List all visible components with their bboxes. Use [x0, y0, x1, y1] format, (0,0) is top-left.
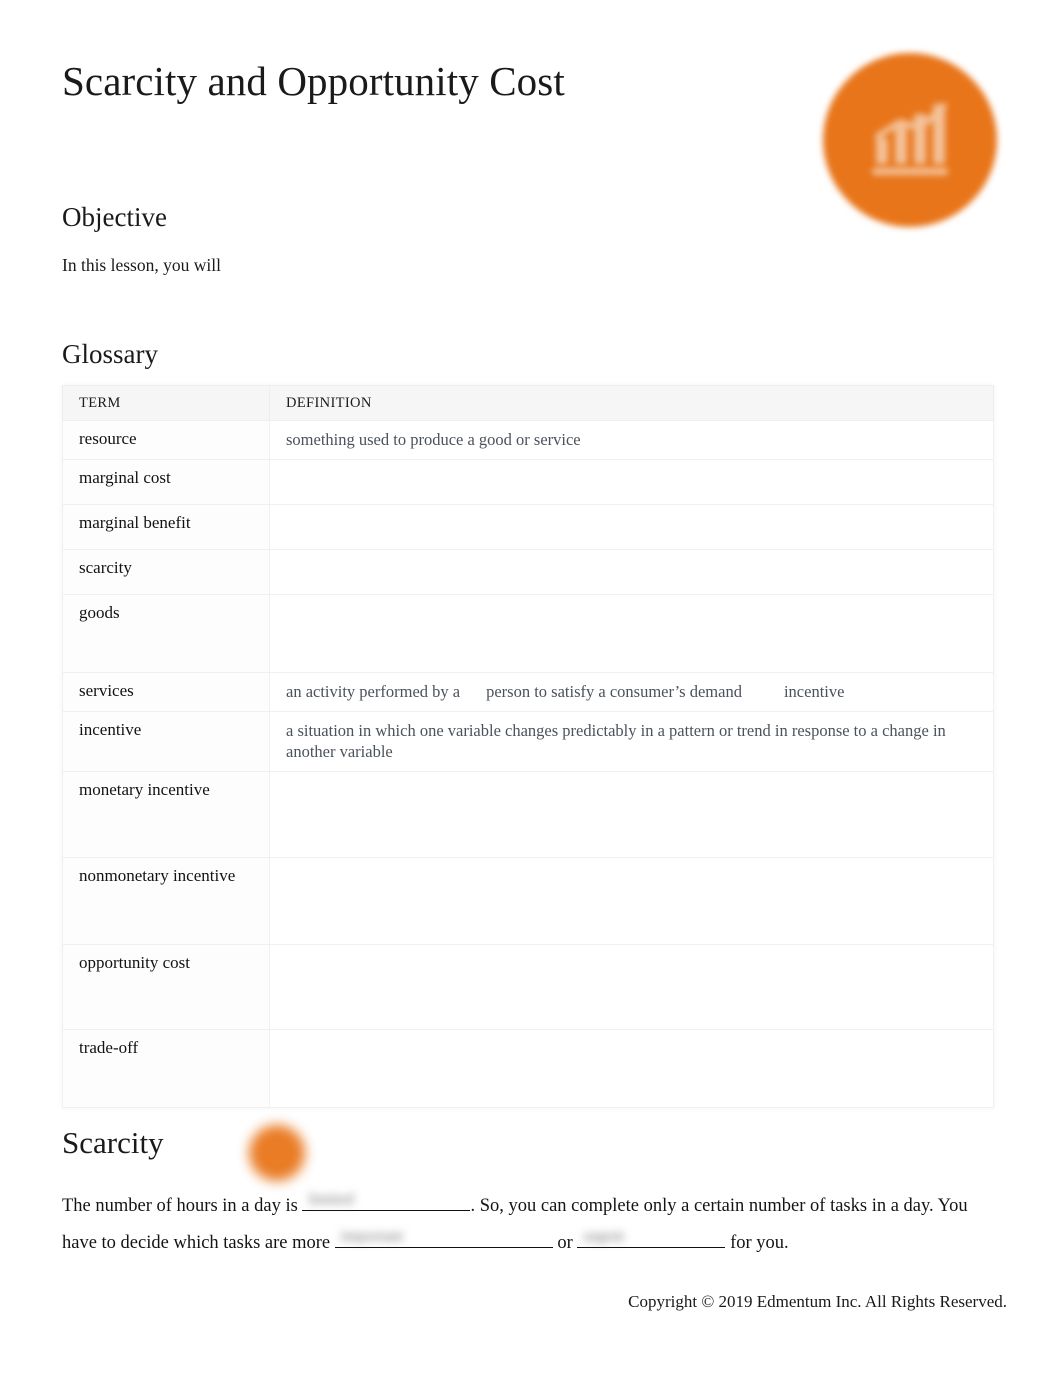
glossary-term: goods [62, 593, 270, 673]
paragraph-text: or [552, 1233, 578, 1253]
column-header-term: TERM [62, 385, 270, 421]
glossary-definition[interactable] [269, 1029, 994, 1109]
glossary-term: nonmonetary incentive [62, 857, 270, 946]
glossary-term: incentive [62, 710, 270, 773]
table-row: services an activity performed by a perso… [62, 671, 994, 712]
definition-fragment: person to satisfy a consumer’s demand [486, 681, 742, 701]
column-header-definition: DEFINITION [269, 385, 994, 421]
glossary-term: scarcity [62, 548, 270, 595]
glossary-term: marginal benefit [62, 503, 270, 550]
paragraph-text: for you. [725, 1233, 789, 1253]
table-row: goods [62, 593, 994, 673]
document-page: Scarcity and Opportunity Cost Objective … [0, 0, 1062, 1377]
objective-heading: Objective [62, 202, 167, 232]
glossary-term: services [62, 671, 270, 712]
table-row: nonmonetary incentive [62, 857, 994, 946]
glossary-definition[interactable]: an activity performed by a person to sati… [269, 671, 994, 712]
page-title: Scarcity and Opportunity Cost [62, 58, 565, 104]
glossary-definition[interactable] [269, 503, 994, 550]
answer-blank-1-value: limited [308, 1192, 354, 1207]
table-row: monetary incentive [62, 771, 994, 859]
glossary-table: TERM DEFINITION resource something used … [62, 385, 994, 1109]
table-row: resource something used to produce a goo… [62, 420, 994, 460]
definition-fragment: an activity performed by a [286, 681, 461, 701]
paragraph-text: The number of hours in a day is [62, 1196, 303, 1216]
answer-blank-3[interactable]: urgent [577, 1227, 726, 1248]
glossary-heading: Glossary [62, 339, 158, 369]
table-row: trade-off [62, 1029, 994, 1109]
glossary-term: trade-off [62, 1029, 270, 1109]
objective-text: In this lesson, you will [62, 255, 221, 275]
table-row: marginal benefit [62, 503, 994, 550]
scarcity-heading: Scarcity [62, 1125, 164, 1160]
glossary-definition[interactable]: a situation in which one variable change… [269, 710, 994, 773]
glossary-definition[interactable] [269, 857, 994, 946]
bar-chart-logo-icon [823, 53, 997, 227]
glossary-term: marginal cost [62, 458, 270, 505]
answer-blank-2-value: important [340, 1229, 403, 1244]
table-row: scarcity [62, 548, 994, 595]
answer-blank-3-value: urgent [583, 1229, 625, 1244]
glossary-term: monetary incentive [62, 771, 270, 859]
orange-step-badge-icon [249, 1125, 305, 1181]
glossary-term: resource [62, 420, 270, 460]
table-row: incentive a situation in which one varia… [62, 710, 994, 773]
glossary-definition[interactable] [269, 944, 994, 1031]
glossary-definition[interactable] [269, 771, 994, 859]
answer-blank-1[interactable]: limited [302, 1190, 471, 1211]
glossary-definition[interactable]: something used to produce a good or serv… [269, 420, 994, 460]
glossary-definition[interactable] [269, 593, 994, 673]
answer-blank-2[interactable]: important [334, 1227, 553, 1248]
scarcity-fill-in-paragraph: The number of hours in a day is limited.… [62, 1188, 1002, 1262]
definition-fragment: incentive [783, 681, 845, 701]
table-row: opportunity cost [62, 944, 994, 1031]
footer-copyright: Copyright © 2019 Edmentum Inc. All Right… [628, 1292, 1007, 1311]
table-row: marginal cost [62, 458, 994, 505]
glossary-definition[interactable] [269, 548, 994, 595]
glossary-term: opportunity cost [62, 944, 270, 1031]
glossary-definition[interactable] [269, 458, 994, 505]
table-header-row: TERM DEFINITION [62, 385, 994, 421]
